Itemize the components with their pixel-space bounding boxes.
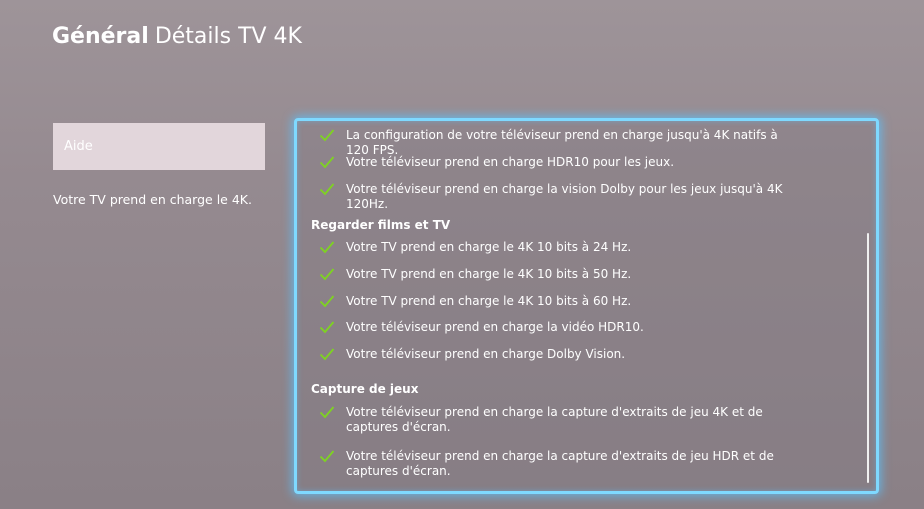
list-item: Votre téléviseur prend en charge HDR10 p… [319, 155, 786, 170]
check-icon [319, 155, 335, 169]
check-icon [319, 320, 335, 334]
list-item: Votre téléviseur prend en charge la vidé… [319, 320, 786, 335]
section-heading-movies: Regarder films et TV [311, 218, 451, 232]
check-icon [319, 240, 335, 254]
help-button[interactable]: Aide [53, 123, 265, 170]
list-item: La configuration de votre téléviseur pre… [319, 128, 786, 158]
page-title: Général Détails TV 4K [52, 24, 302, 49]
list-item: Votre téléviseur prend en charge la visi… [319, 182, 786, 212]
tv-support-description: Votre TV prend en charge le 4K. [53, 192, 252, 207]
section-title: Général [52, 24, 149, 49]
section-heading-capture: Capture de jeux [311, 382, 419, 396]
list-item-text: Votre TV prend en charge le 4K 10 bits à… [346, 267, 632, 281]
list-item-text: Votre TV prend en charge le 4K 10 bits à… [346, 294, 632, 308]
check-icon [319, 182, 335, 196]
list-item: Votre téléviseur prend en charge Dolby V… [319, 347, 786, 362]
check-icon [319, 347, 335, 361]
list-item-text: La configuration de votre téléviseur pre… [346, 128, 778, 157]
list-item-text: Votre téléviseur prend en charge la capt… [346, 405, 763, 434]
check-icon [319, 267, 335, 281]
check-icon [319, 128, 335, 142]
list-item: Votre TV prend en charge le 4K 10 bits à… [319, 294, 786, 309]
list-item: Votre TV prend en charge le 4K 10 bits à… [319, 240, 786, 255]
list-item-text: Votre TV prend en charge le 4K 10 bits à… [346, 240, 632, 254]
page-subtitle: Détails TV 4K [154, 24, 302, 49]
list-item-text: Votre téléviseur prend en charge la capt… [346, 449, 774, 478]
check-icon [319, 405, 335, 419]
list-item-text: Votre téléviseur prend en charge HDR10 p… [346, 155, 675, 169]
check-icon [319, 449, 335, 463]
list-item: Votre téléviseur prend en charge la capt… [319, 449, 786, 479]
check-icon [319, 294, 335, 308]
list-item: Votre TV prend en charge le 4K 10 bits à… [319, 267, 786, 282]
scrollbar[interactable] [867, 233, 869, 483]
details-panel[interactable]: La configuration de votre téléviseur pre… [294, 118, 879, 494]
list-item: Votre téléviseur prend en charge la capt… [319, 405, 786, 435]
list-item-text: Votre téléviseur prend en charge Dolby V… [346, 347, 626, 361]
list-item-text: Votre téléviseur prend en charge la visi… [346, 182, 783, 211]
list-item-text: Votre téléviseur prend en charge la vidé… [346, 320, 644, 334]
